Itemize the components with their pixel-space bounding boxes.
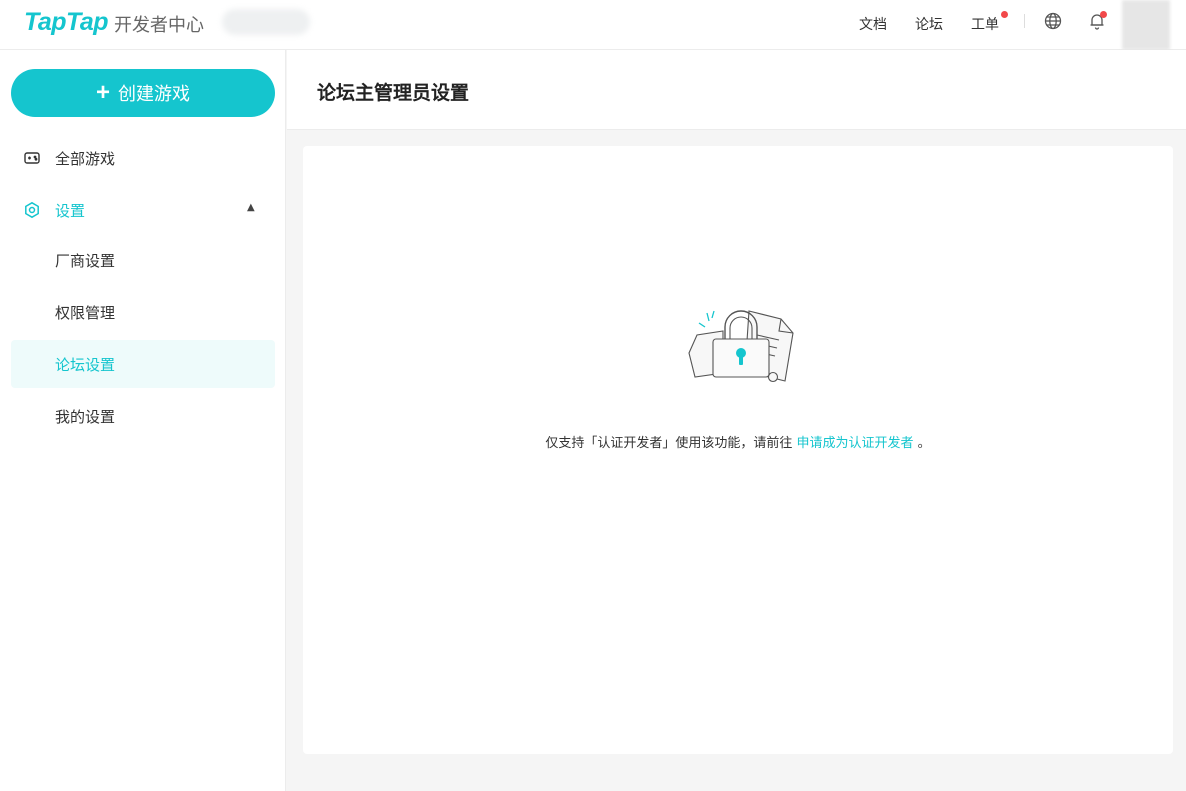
notice-end: 。 [917,436,931,451]
page-header: 论坛主管理员设置 [287,50,1186,130]
create-game-button[interactable]: + 创建游戏 [11,69,275,117]
sidebar-item-all-games[interactable]: 全部游戏 [11,134,275,182]
sidebar-subitem-label: 厂商设置 [55,252,116,270]
sidebar-item-label: 设置 [55,202,86,220]
gear-icon [25,201,39,219]
nav-divider [1024,14,1025,28]
blurred-account-name [222,9,310,35]
nav-docs-link[interactable]: 文档 [859,14,887,34]
ticket-badge-dot [1001,11,1008,18]
avatar[interactable] [1122,0,1170,50]
create-game-label: 创建游戏 [118,84,190,104]
apply-verified-developer-link[interactable]: 申请成为认证开发者 [796,436,913,451]
sidebar-subitem-permissions[interactable]: 权限管理 [11,288,275,336]
sidebar: + 创建游戏 全部游戏 设置 ▲ 厂商设置 权限管理 论坛设置 我的设置 [0,50,286,791]
sidebar-subitem-label: 权限管理 [55,304,116,322]
sidebar-subitem-my-settings[interactable]: 我的设置 [11,392,275,440]
plus-icon: + [95,79,110,106]
bell-badge-dot [1100,11,1107,18]
nav-forum-link[interactable]: 论坛 [915,14,943,34]
taptap-logo[interactable]: TapTap [24,8,109,37]
globe-icon[interactable] [1044,12,1062,30]
page-title: 论坛主管理员设置 [317,82,470,104]
verified-developer-notice: 仅支持「认证开发者」使用该功能，请前往 申请成为认证开发者 。 [303,432,1173,451]
sidebar-item-settings[interactable]: 设置 ▲ [11,186,275,234]
chevron-up-icon: ▲ [247,202,255,213]
sidebar-subitem-forum-settings[interactable]: 论坛设置 [11,340,275,388]
sidebar-subitem-label: 我的设置 [55,408,116,426]
sidebar-subitem-label: 论坛设置 [55,356,116,374]
lock-illustration-icon [688,310,794,383]
content-card: 仅支持「认证开发者」使用该功能，请前往 申请成为认证开发者 。 [303,146,1173,754]
gamepad-icon [24,152,40,164]
notice-text: 仅支持「认证开发者」使用该功能，请前往 [545,436,793,451]
sidebar-item-label: 全部游戏 [55,150,116,168]
sidebar-subitem-vendor-settings[interactable]: 厂商设置 [11,236,275,284]
nav-ticket-link[interactable]: 工单 [971,14,999,34]
top-bar: TapTap 开发者中心 文档 论坛 工单 [0,0,1186,50]
developer-center-label: 开发者中心 [114,15,204,36]
